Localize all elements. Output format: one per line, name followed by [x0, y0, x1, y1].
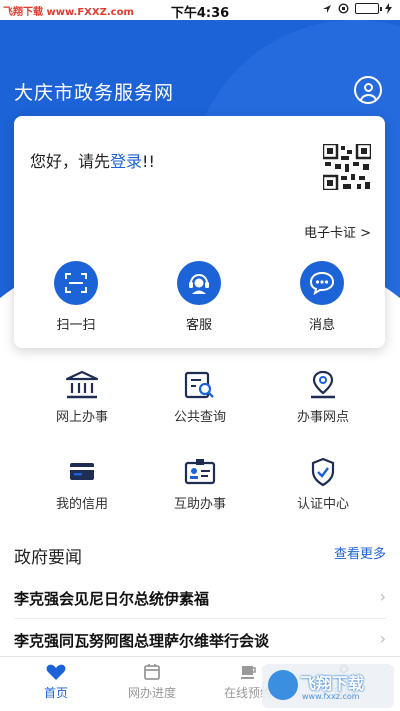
- news-item[interactable]: 李克强同瓦努阿图总理萨尔维举行会谈 ›: [14, 620, 386, 660]
- news-title: 李克强同瓦努阿图总理萨尔维举行会谈: [14, 632, 270, 650]
- watermark-url: www.fxxz.com: [302, 692, 360, 701]
- service-auth[interactable]: 认证中心: [268, 457, 378, 512]
- greeting-prefix: 您好，请先: [30, 152, 111, 171]
- location-icon: [311, 370, 335, 399]
- divider: [14, 618, 386, 619]
- service-label: 公共查询: [173, 410, 226, 425]
- status-icons: [322, 3, 392, 14]
- location-arrow-icon: [323, 4, 331, 13]
- shield-check-icon: [311, 457, 335, 487]
- customer-service-icon: [189, 274, 209, 294]
- tab-label: 网办进度: [127, 686, 176, 700]
- service-label: 网上办事: [55, 410, 108, 425]
- download-watermark: 飞翔下载 www.fxxz.com: [262, 664, 394, 708]
- charging-icon: [385, 3, 392, 14]
- service-label: 我的信用: [55, 497, 108, 512]
- news-section-title: 政府要闻: [14, 548, 82, 568]
- news-item[interactable]: 李克强会见尼日尔总统伊素福 ›: [14, 578, 386, 618]
- app-screen: 飞翔下载 www.FXXZ.com 下午4:36 大庆市政务服务网 您好，请先登…: [0, 0, 400, 711]
- chevron-right-icon: ›: [379, 629, 386, 648]
- quick-action-label: 客服: [185, 318, 212, 333]
- app-title: 大庆市政务服务网: [14, 82, 175, 104]
- watermark-logo-icon: [268, 670, 298, 700]
- service-online[interactable]: 网上办事: [27, 370, 137, 425]
- user-card: 您好，请先登录!! 电子卡证 > 扫一扫 客服 消息: [14, 116, 385, 348]
- quick-action-scan[interactable]: 扫一扫: [36, 261, 116, 333]
- quick-action-label: 扫一扫: [56, 318, 96, 333]
- cup-icon: [241, 666, 256, 679]
- bank-icon: [65, 370, 99, 399]
- service-label: 认证中心: [296, 497, 349, 512]
- heart-icon: [46, 664, 66, 680]
- tab-progress[interactable]: 网办进度: [102, 663, 202, 701]
- login-link[interactable]: 登录: [110, 152, 142, 171]
- status-bar: 飞翔下载 www.FXXZ.com 下午4:36: [0, 0, 400, 21]
- quick-action-message[interactable]: 消息: [282, 261, 362, 333]
- quick-action-service[interactable]: 客服: [159, 261, 239, 333]
- orientation-lock-icon: [338, 3, 349, 14]
- service-query[interactable]: 公共查询: [145, 370, 255, 425]
- news-more-link[interactable]: 查看更多: [334, 543, 386, 562]
- id-badge-icon: [184, 459, 216, 485]
- chevron-right-icon: ›: [379, 587, 386, 606]
- scan-icon: [65, 273, 87, 293]
- qr-code-icon[interactable]: [323, 144, 371, 190]
- service-credit[interactable]: 我的信用: [27, 457, 137, 512]
- service-label: 互助办事: [173, 497, 226, 512]
- ecard-link[interactable]: 电子卡证 >: [304, 222, 371, 241]
- tab-label: 首页: [43, 686, 68, 700]
- service-label: 办事网点: [296, 410, 349, 425]
- service-outlets[interactable]: 办事网点: [268, 370, 378, 425]
- tab-home[interactable]: 首页: [6, 663, 106, 701]
- service-mutual[interactable]: 互助办事: [145, 457, 255, 512]
- battery-icon: [355, 3, 382, 14]
- quick-action-label: 消息: [308, 318, 335, 333]
- greeting-suffix: !!: [142, 152, 155, 171]
- greeting: 您好，请先登录!!: [30, 148, 155, 172]
- user-avatar-icon[interactable]: [354, 76, 382, 104]
- query-icon: [184, 371, 214, 399]
- credit-card-icon: [70, 463, 94, 480]
- news-title: 李克强会见尼日尔总统伊素福: [14, 590, 210, 608]
- watermark-text: 飞翔下载: [300, 674, 365, 693]
- calendar-icon: [144, 664, 160, 680]
- message-icon: [309, 271, 335, 295]
